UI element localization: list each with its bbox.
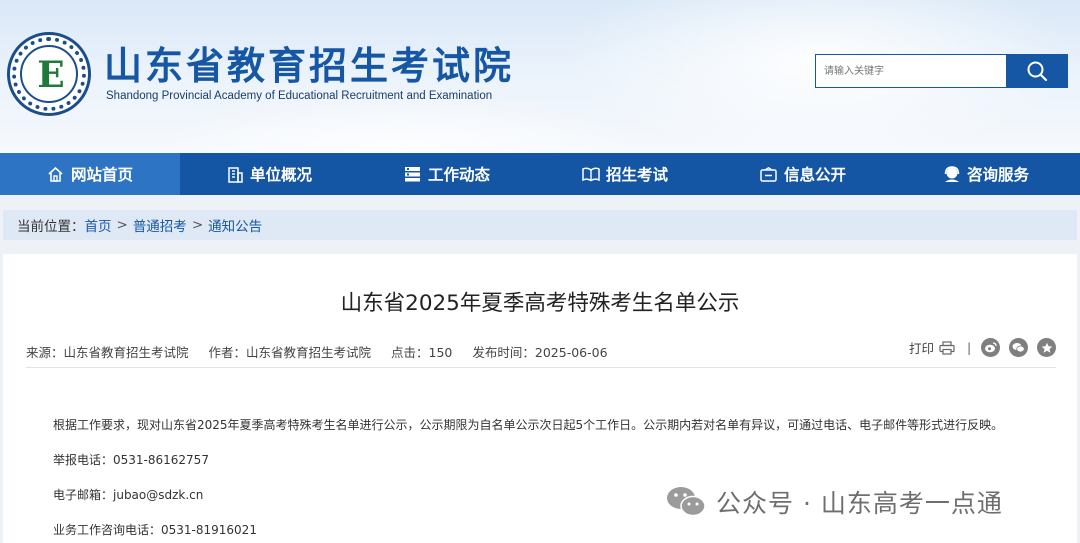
breadcrumb-link-notices[interactable]: 通知公告: [208, 215, 262, 235]
logo-letter: E: [37, 54, 65, 96]
article-paragraph-phone: 举报电话：0531-86162757: [53, 453, 209, 467]
site-header: E 山东省教育招生考试院 Shandong Provincial Academy…: [0, 0, 1080, 153]
nav-item-news[interactable]: 工作动态: [358, 153, 536, 195]
print-button[interactable]: 打印: [909, 338, 955, 357]
search-field[interactable]: [815, 54, 1007, 88]
list-icon: [404, 165, 422, 183]
article-paragraph-consult: 业务工作咨询电话：0531-81916021: [53, 523, 257, 537]
book-icon: [582, 165, 600, 183]
nav-item-label: 咨询服务: [966, 166, 1029, 184]
breadcrumb-separator: >: [116, 217, 128, 233]
tools-divider: |: [967, 340, 972, 355]
main-nav: 网站首页 单位概况 工作动态 招生考试 信息公开 咨询服务: [0, 153, 1080, 195]
weibo-icon: [985, 342, 997, 353]
nav-item-label: 网站首页: [70, 166, 133, 184]
building-icon: [226, 165, 244, 183]
printer-icon: [939, 340, 955, 355]
site-subtitle: Shandong Provincial Academy of Education…: [106, 90, 493, 102]
logo-inner-ring: E: [20, 45, 78, 103]
meta-views: 点击：150: [391, 345, 453, 360]
home-icon: [47, 165, 65, 183]
search-button[interactable]: [1006, 54, 1068, 88]
site-logo[interactable]: E: [7, 32, 91, 116]
wechat-icon: [1012, 343, 1025, 353]
share-favorite-button[interactable]: [1037, 338, 1057, 357]
nav-item-label: 工作动态: [427, 166, 490, 184]
article-title: 山东省2025年夏季高考特殊考生名单公示: [340, 291, 740, 316]
nav-item-label: 招生考试: [605, 166, 668, 184]
breadcrumb-separator: >: [191, 217, 204, 233]
meta-source: 来源：山东省教育招生考试院: [26, 345, 189, 360]
wechat-watermark: 公众号 · 山东高考一点通: [666, 484, 1003, 520]
info-box-icon: [760, 165, 778, 183]
search-input[interactable]: [816, 55, 1006, 87]
nav-item-label: 信息公开: [783, 166, 846, 184]
nav-item-disclosure[interactable]: 信息公开: [714, 153, 892, 195]
headset-icon: [943, 165, 961, 183]
nav-item-home[interactable]: 网站首页: [0, 153, 180, 195]
site-title[interactable]: 山东省教育招生考试院: [104, 44, 514, 88]
meta-author: 作者：山东省教育招生考试院: [208, 345, 372, 360]
wechat-logo-icon: [667, 487, 706, 517]
nav-item-admission[interactable]: 招生考试: [536, 153, 714, 195]
breadcrumb-prefix: 当前位置：: [17, 219, 85, 235]
breadcrumb: 当前位置： 首页 > 普通招考 > 通知公告: [3, 210, 1077, 240]
meta-date: 发布时间：2025-06-06: [472, 345, 608, 360]
article-meta: 来源：山东省教育招生考试院 作者：山东省教育招生考试院 点击：150 发布时间：…: [26, 342, 628, 361]
breadcrumb-link-general[interactable]: 普通招考: [133, 215, 187, 235]
meta-divider: [26, 367, 1056, 368]
watermark-text: 公众号 · 山东高考一点通: [716, 489, 1003, 518]
share-wechat-button[interactable]: [1009, 338, 1029, 357]
search-icon: [1027, 61, 1048, 82]
nav-item-about[interactable]: 单位概况: [180, 153, 358, 195]
star-icon: [1041, 342, 1053, 353]
article-tools: 打印 |: [909, 338, 1057, 357]
share-weibo-button[interactable]: [981, 338, 1001, 357]
nav-item-consult[interactable]: 咨询服务: [892, 153, 1080, 195]
article-paragraph: 根据工作要求，现对山东省2025年夏季高考特殊考生名单进行公示，公示期限为自名单…: [53, 418, 1004, 432]
nav-item-label: 单位概况: [249, 166, 312, 184]
breadcrumb-link-home[interactable]: 首页: [85, 215, 112, 235]
article-paragraph-email: 电子邮箱：jubao@sdzk.cn: [53, 488, 204, 502]
print-label: 打印: [909, 341, 935, 356]
